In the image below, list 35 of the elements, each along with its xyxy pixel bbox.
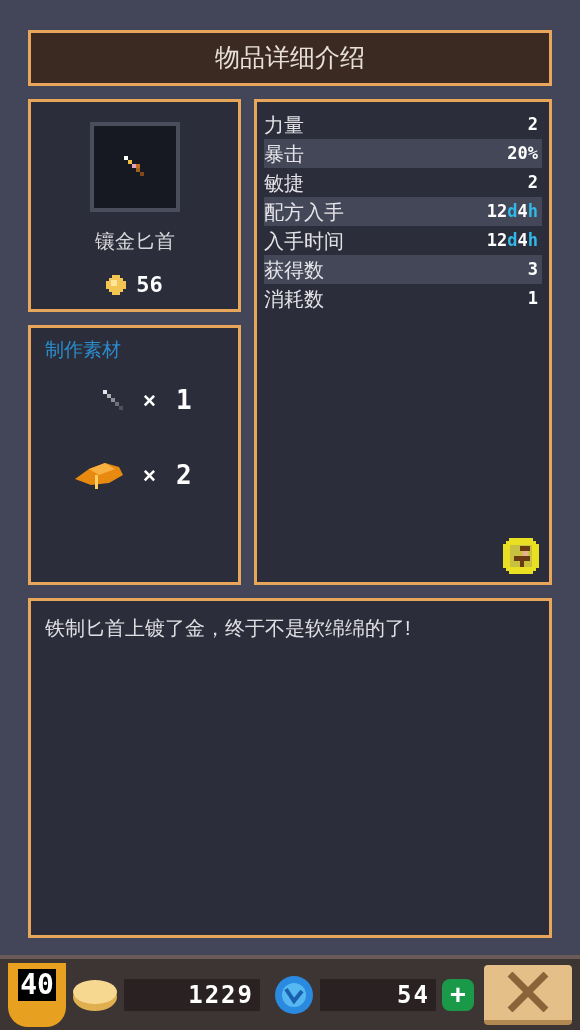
stat-label: 入手时间 xyxy=(264,230,344,251)
coin-amount: 1229 xyxy=(188,979,254,1011)
stat-value: 2 xyxy=(527,174,538,191)
material-count: 1 xyxy=(175,383,193,417)
stat-label: 消耗数 xyxy=(264,288,324,309)
item-description: 铁制匕首上镀了金，终于不是软绵绵的了! xyxy=(45,616,412,641)
stat-value: 1 xyxy=(527,290,538,307)
window-title: 物品详细介绍 xyxy=(215,42,365,74)
stat-value: 2 xyxy=(527,116,538,133)
close-icon xyxy=(506,972,550,1012)
coin-stack-icon xyxy=(72,977,118,1012)
stat-value: 12d4h xyxy=(486,203,538,220)
item-price: 56 xyxy=(136,271,163,299)
stat-value: 12d4h xyxy=(486,232,538,249)
stat-label: 获得数 xyxy=(264,259,324,280)
add-gems-button[interactable]: + xyxy=(442,978,474,1011)
close-button[interactable] xyxy=(484,964,572,1025)
stat-value: 20% xyxy=(507,145,538,162)
material-count: 2 xyxy=(175,458,193,492)
level-number: 40 xyxy=(18,968,56,1001)
dagger-icon xyxy=(103,390,124,410)
gem-icon xyxy=(274,974,314,1015)
times-sign: × xyxy=(143,386,156,415)
recipe-book-icon[interactable] xyxy=(503,538,539,574)
gem-amount: 54 xyxy=(397,979,430,1011)
coin-icon xyxy=(106,274,127,295)
materials-title: 制作素材 xyxy=(45,338,122,362)
stat-label: 暴击 xyxy=(264,143,304,164)
item-name: 镶金匕首 xyxy=(94,229,175,254)
stat-label: 敏捷 xyxy=(264,172,304,193)
ingot-icon xyxy=(75,461,124,489)
times-sign: × xyxy=(143,461,156,490)
stat-label: 配方入手 xyxy=(264,201,344,222)
stat-label: 力量 xyxy=(264,114,304,135)
stat-value: 3 xyxy=(527,261,538,278)
